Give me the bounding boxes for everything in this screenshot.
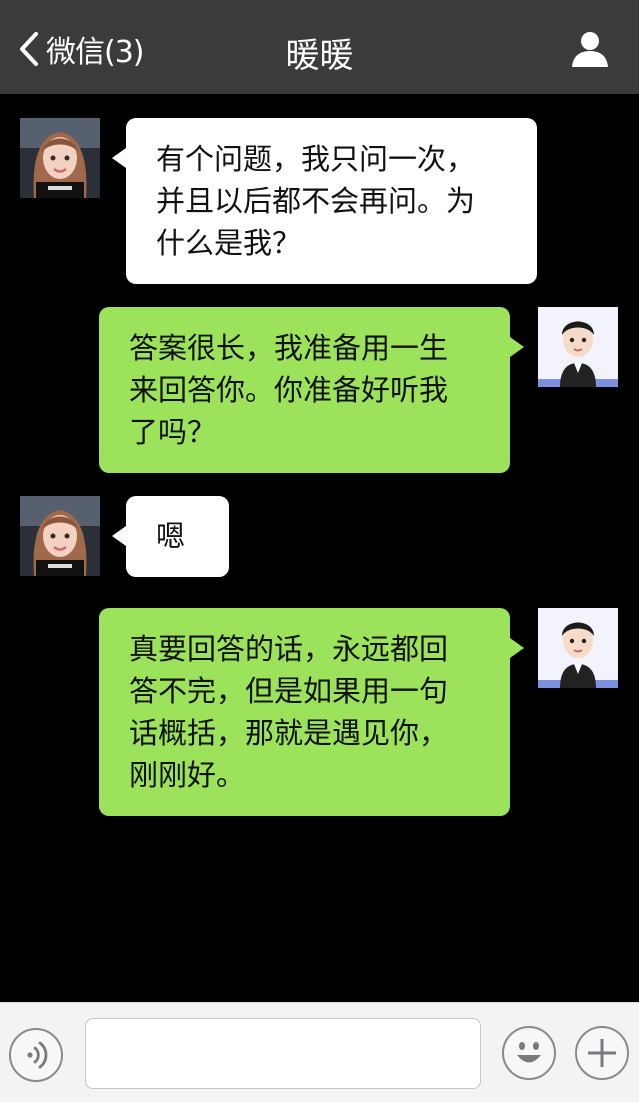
message-input[interactable] (85, 1018, 481, 1089)
avatar-girl-icon (20, 496, 100, 576)
smiley-icon (517, 1042, 541, 1063)
avatar-boy-icon (538, 608, 618, 688)
message-bubble[interactable]: 答案很长，我准备用一生 来回答你。你准备好听我 了吗？ (99, 307, 510, 473)
message-line: 答案很长，我准备用一生 (129, 331, 449, 365)
chat-header: 微信(3) 暖暖 (0, 0, 639, 94)
message-line: 话概括，那就是遇见你， (129, 716, 449, 750)
message-line: 什么是我？ (156, 226, 302, 260)
avatar-nuannuan[interactable] (20, 496, 100, 576)
avatar-me[interactable] (538, 608, 618, 688)
profile-button[interactable] (571, 30, 609, 68)
avatar-nuannuan[interactable] (20, 118, 100, 198)
avatar-me[interactable] (538, 307, 618, 387)
emoji-button[interactable] (502, 1026, 556, 1080)
message-line: 嗯 (156, 519, 186, 553)
message-bubble[interactable]: 有个问题，我只问一次， 并且以后都不会再问。为 什么是我？ (126, 118, 537, 284)
message-line: 真要回答的话，永远都回 (129, 632, 449, 666)
chat-area: 有个问题，我只问一次， 并且以后都不会再问。为 什么是我？ 答案很长，我准备用一… (0, 94, 639, 1002)
message-line: 答不完，但是如果用一句 (129, 674, 449, 708)
message-line: 并且以后都不会再问。为 (156, 184, 476, 218)
message-bubble[interactable]: 嗯 (126, 496, 229, 577)
voice-button[interactable] (9, 1028, 63, 1082)
bubble-tail (510, 638, 524, 658)
message-line: 刚刚好。 (129, 758, 246, 792)
avatar-boy-icon (538, 307, 618, 387)
message-bubble[interactable]: 真要回答的话，永远都回 答不完，但是如果用一句 话概括，那就是遇见你， 刚刚好。 (99, 608, 510, 816)
avatar-girl-icon (20, 118, 100, 198)
message-line: 了吗？ (129, 415, 217, 449)
message-line: 来回答你。你准备好听我 (129, 373, 449, 407)
chat-title: 暖暖 (285, 36, 354, 76)
bubble-tail (510, 337, 524, 357)
input-bar (0, 1002, 639, 1102)
voice-icon (27, 1041, 48, 1069)
plus-icon (588, 1039, 616, 1067)
person-icon (572, 32, 608, 67)
more-button[interactable] (575, 1026, 629, 1080)
message-line: 有个问题，我只问一次， (156, 142, 476, 176)
bubble-tail (112, 148, 126, 168)
bubble-tail (112, 526, 126, 546)
